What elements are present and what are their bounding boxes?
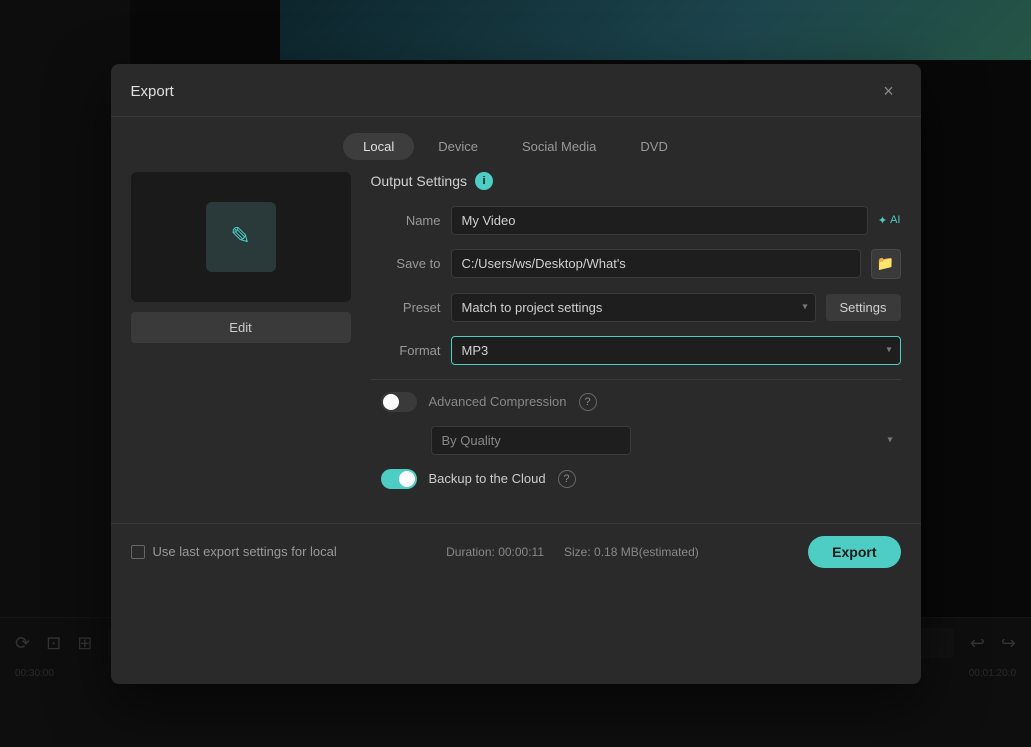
tab-dvd[interactable]: DVD	[620, 133, 687, 160]
footer-center: Duration: 00:00:11 Size: 0.18 MB(estimat…	[446, 545, 699, 559]
duration-label: Duration:	[446, 545, 495, 559]
export-button[interactable]: Export	[808, 536, 900, 568]
dialog-tabs: Local Device Social Media DVD	[111, 117, 921, 172]
backup-cloud-row: Backup to the Cloud ?	[371, 469, 901, 489]
last-export-settings-checkbox[interactable]: Use last export settings for local	[131, 544, 337, 559]
preview-panel: ✎ Edit	[131, 172, 351, 503]
format-row: Format MP3 MP4 MOV ▾	[371, 336, 901, 365]
edit-button[interactable]: Edit	[131, 312, 351, 343]
duration-value: 00:00:11	[498, 545, 544, 559]
advanced-compression-row: Advanced Compression ?	[371, 392, 901, 412]
backup-cloud-help-icon[interactable]: ?	[558, 470, 576, 488]
section-header: Output Settings i	[371, 172, 901, 190]
ai-label: AI	[890, 214, 900, 226]
format-select[interactable]: MP3 MP4 MOV	[452, 337, 900, 364]
advanced-compression-toggle[interactable]	[381, 392, 417, 412]
dialog-header: Export ×	[111, 64, 921, 117]
size-value: 0.18 MB(estimated)	[594, 545, 699, 559]
settings-button[interactable]: Settings	[826, 294, 901, 321]
name-row: Name ✦ AI	[371, 206, 901, 235]
quality-chevron-icon: ▾	[887, 435, 892, 446]
dialog-footer: Use last export settings for local Durat…	[111, 523, 921, 584]
advanced-compression-help-icon[interactable]: ?	[579, 393, 597, 411]
checkbox-label: Use last export settings for local	[153, 544, 337, 559]
dialog-body: ✎ Edit Output Settings i Name ✦	[111, 172, 921, 523]
preset-label: Preset	[371, 300, 441, 315]
ai-star-icon: ✦	[878, 214, 887, 227]
quality-select[interactable]: By Quality By Bitrate	[431, 426, 631, 455]
separator-1	[371, 379, 901, 380]
close-button[interactable]: ×	[877, 80, 901, 104]
folder-icon: 📁	[877, 255, 894, 272]
output-settings-help-icon[interactable]: i	[475, 172, 493, 190]
quality-select-wrapper: By Quality By Bitrate ▾	[431, 426, 901, 455]
name-input[interactable]	[451, 206, 868, 235]
format-label: Format	[371, 343, 441, 358]
format-select-wrapper: MP3 MP4 MOV ▾	[451, 336, 901, 365]
folder-browse-button[interactable]: 📁	[871, 249, 901, 279]
checkbox-input[interactable]	[131, 545, 145, 559]
section-title: Output Settings	[371, 173, 468, 189]
ai-button[interactable]: ✦ AI	[878, 214, 901, 227]
backup-cloud-label: Backup to the Cloud	[429, 471, 546, 486]
pencil-icon: ✎	[230, 222, 250, 251]
footer-left: Use last export settings for local	[131, 544, 337, 559]
backup-cloud-toggle[interactable]	[381, 469, 417, 489]
save-to-row: Save to 📁	[371, 249, 901, 279]
size-label: Size:	[564, 545, 591, 559]
settings-panel: Output Settings i Name ✦ AI Save to	[371, 172, 901, 503]
tab-local[interactable]: Local	[343, 133, 414, 160]
save-to-input[interactable]	[451, 249, 861, 278]
dialog-title: Export	[131, 83, 174, 100]
advanced-compression-label: Advanced Compression	[429, 394, 567, 409]
thumbnail-inner: ✎	[206, 202, 276, 272]
size-info: Size: 0.18 MB(estimated)	[564, 545, 699, 559]
export-dialog: Export × Local Device Social Media DVD ✎…	[111, 64, 921, 684]
preset-row: Preset Match to project settings ▾ Setti…	[371, 293, 901, 322]
modal-backdrop: Export × Local Device Social Media DVD ✎…	[0, 0, 1031, 747]
name-label: Name	[371, 213, 441, 228]
duration-info: Duration: 00:00:11	[446, 545, 544, 559]
tab-social-media[interactable]: Social Media	[502, 133, 616, 160]
preset-select[interactable]: Match to project settings	[451, 293, 816, 322]
preview-thumbnail: ✎	[131, 172, 351, 302]
save-to-label: Save to	[371, 256, 441, 271]
preset-select-wrapper: Match to project settings ▾	[451, 293, 816, 322]
tab-device[interactable]: Device	[418, 133, 498, 160]
